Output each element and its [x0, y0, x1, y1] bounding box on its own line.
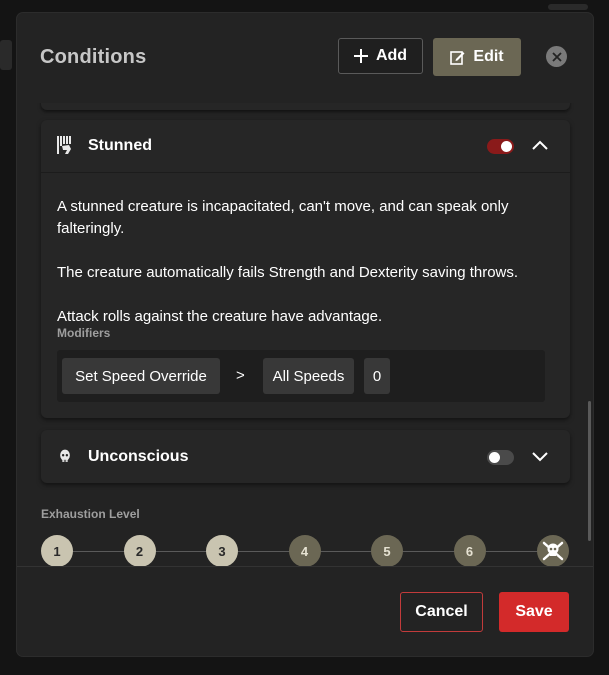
modifier-value-chip[interactable]: 0: [364, 358, 390, 394]
exhaustion-level-5[interactable]: 5: [371, 535, 403, 567]
save-button[interactable]: Save: [499, 592, 569, 632]
modal-title: Conditions: [40, 46, 147, 68]
card-divider: [41, 172, 570, 173]
add-button[interactable]: Add: [338, 38, 423, 74]
exhaustion-level-1[interactable]: 1: [41, 535, 73, 567]
modal-header: Conditions Add Edit: [17, 13, 593, 103]
exhaustion-level-2[interactable]: 2: [123, 535, 156, 567]
condition-card-stunned: Stunned A stunned creature is incapacita…: [41, 120, 570, 418]
exhaustion-level-6[interactable]: 6: [453, 535, 486, 567]
edit-button-label: Edit: [473, 48, 504, 65]
toggle-knob: [501, 141, 512, 152]
modifier-type-chip[interactable]: Set Speed Override: [62, 358, 220, 394]
modifier-row: Set Speed Override > All Speeds 0: [57, 350, 545, 402]
chevron-down-icon[interactable]: [532, 450, 548, 462]
edit-button[interactable]: Edit: [433, 38, 521, 76]
backdrop-line: [548, 4, 588, 10]
toggle-unconscious[interactable]: [487, 450, 514, 465]
condition-description-line: The creature automatically fails Strengt…: [57, 264, 519, 281]
exhaustion-level-death[interactable]: [537, 535, 569, 567]
modifier-separator: >: [236, 367, 245, 384]
condition-name: Unconscious: [88, 448, 189, 465]
exhaustion-level-3[interactable]: 3: [206, 535, 238, 567]
stunned-icon: [57, 136, 71, 154]
condition-header-unconscious[interactable]: Unconscious: [41, 430, 570, 482]
cancel-button[interactable]: Cancel: [400, 592, 483, 632]
skull-icon: [60, 449, 70, 462]
condition-header-stunned[interactable]: Stunned: [41, 120, 570, 172]
add-button-label: Add: [375, 47, 408, 64]
condition-description-line: Attack rolls against the creature have a…: [57, 308, 383, 325]
condition-name: Stunned: [88, 137, 152, 154]
exhaustion-level-4[interactable]: 4: [288, 535, 321, 567]
edit-icon: [450, 50, 465, 65]
conditions-list[interactable]: Stunned A stunned creature is incapacita…: [17, 103, 593, 566]
conditions-modal: Conditions Add Edit Stunned A stunned cr…: [17, 13, 593, 656]
condition-card-unconscious: Unconscious: [41, 430, 570, 483]
condition-description-line: A stunned creature is incapacitated, can…: [57, 198, 509, 237]
close-button[interactable]: [546, 46, 567, 67]
plus-icon: [353, 49, 368, 63]
chevron-up-icon[interactable]: [532, 139, 548, 151]
exhaustion-label: Exhaustion Level: [41, 507, 140, 521]
backdrop-line: [0, 40, 12, 70]
close-icon: [551, 51, 562, 62]
toggle-stunned[interactable]: [487, 139, 514, 154]
modifier-target-chip[interactable]: All Speeds: [263, 358, 354, 394]
skull-crossbones-icon: [542, 541, 564, 561]
previous-condition-card: [41, 103, 570, 110]
toggle-knob: [489, 452, 500, 463]
scrollbar[interactable]: [588, 401, 591, 541]
footer-divider: [17, 566, 593, 567]
modifiers-label: Modifiers: [57, 326, 111, 340]
